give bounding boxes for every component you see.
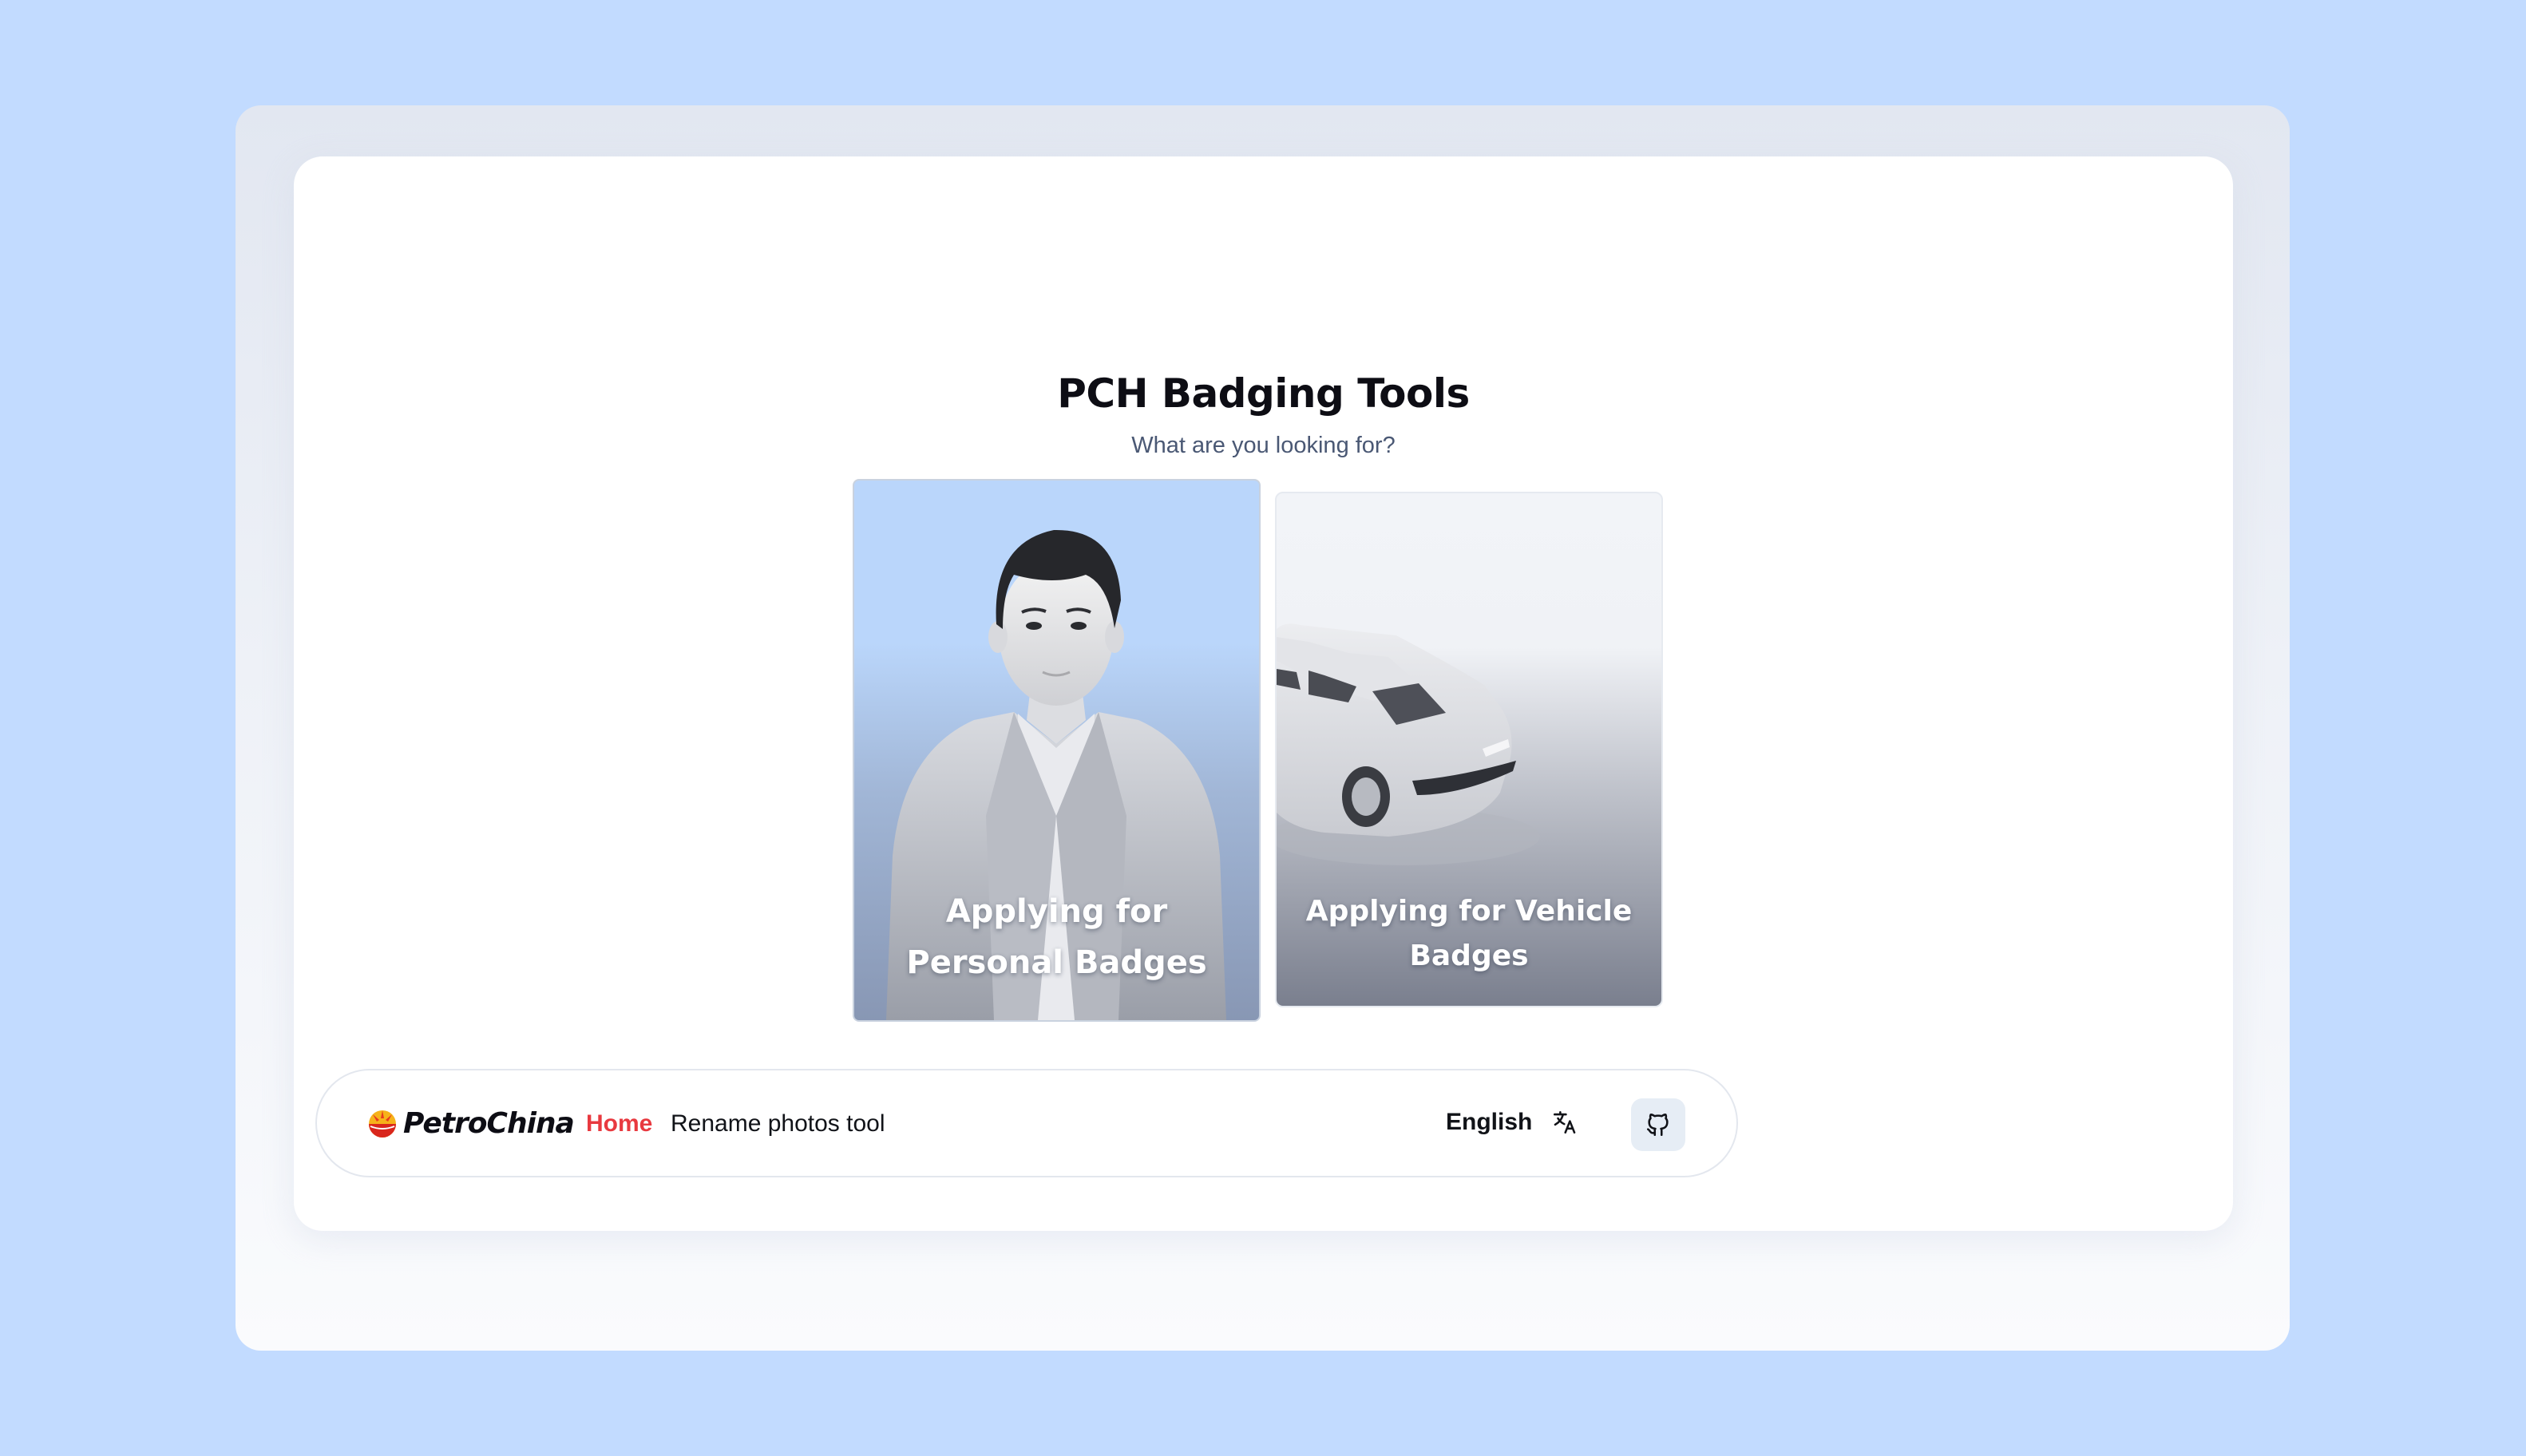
language-label: English (1446, 1109, 1533, 1135)
nav-home-link[interactable]: Home (586, 1110, 652, 1138)
personal-badges-label: Applying for Personal Badges (906, 893, 1207, 981)
personal-badges-card[interactable]: Applying for Personal Badges (853, 479, 1261, 1022)
nav-rename-photos-link[interactable]: Rename photos tool (671, 1110, 885, 1138)
github-button[interactable] (1631, 1098, 1685, 1151)
page-title: PCH Badging Tools (1057, 370, 1470, 417)
petrochina-logo-icon (369, 1110, 396, 1138)
bottom-navbar: PetroChina Home Rename photos tool Engli… (315, 1069, 1738, 1177)
page-subtitle: What are you looking for? (1131, 433, 1396, 458)
language-selector[interactable]: English (1446, 1109, 1578, 1136)
vehicle-badges-label: Applying for Vehicle Badges (1305, 895, 1633, 972)
github-icon (1646, 1114, 1669, 1137)
translate-icon (1554, 1110, 1576, 1134)
vehicle-badges-card[interactable]: Applying for Vehicle Badges (1275, 492, 1663, 1007)
brand-name: PetroChina (403, 1106, 575, 1140)
brand[interactable]: PetroChina (366, 1106, 575, 1141)
